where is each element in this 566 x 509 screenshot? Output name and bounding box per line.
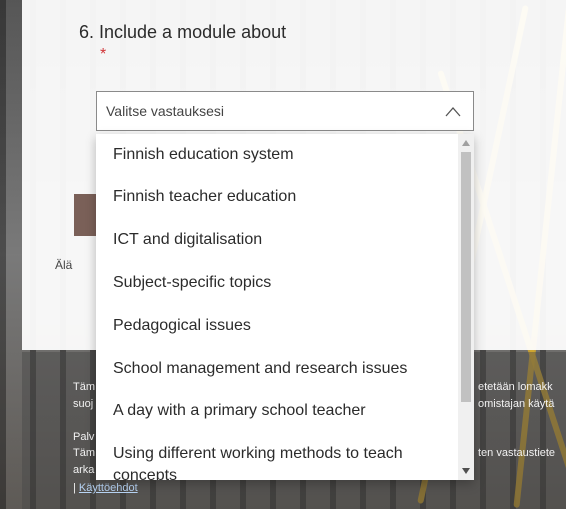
- footer-text: Palv: [73, 431, 95, 443]
- footer-text: Täm: [73, 381, 95, 393]
- dropdown-scrollbar[interactable]: [458, 134, 474, 480]
- scroll-down-icon[interactable]: [461, 466, 471, 476]
- chevron-up-icon: [445, 107, 461, 117]
- terms-link[interactable]: Käyttöehdot: [79, 482, 138, 494]
- question-title: 6. Include a module about: [79, 22, 287, 42]
- required-marker: *: [100, 46, 107, 63]
- dropdown-option[interactable]: Finnish teacher education: [96, 186, 458, 208]
- dropdown-option[interactable]: Finnish education system: [96, 144, 458, 166]
- dropdown-list: Finnish education system Finnish teacher…: [96, 134, 474, 480]
- footer-terms: | Käyttöehdot: [73, 482, 138, 494]
- dropdown-option[interactable]: Pedagogical issues: [96, 315, 458, 337]
- dropdown-option[interactable]: Using different working methods to teach…: [96, 443, 458, 480]
- hint-text: Älä: [55, 258, 73, 272]
- footer-text: ten vastaustiete: [478, 447, 556, 459]
- answer-select[interactable]: Valitse vastauksesi: [96, 91, 474, 131]
- footer-text: etetään lomakk: [478, 381, 553, 393]
- scroll-thumb[interactable]: [461, 152, 471, 402]
- footer-text: omistajan käytä: [478, 398, 555, 410]
- footer-text: arka: [73, 464, 95, 476]
- footer-text: Täm: [73, 447, 95, 459]
- dropdown-option[interactable]: A day with a primary school teacher: [96, 400, 458, 422]
- dropdown-option[interactable]: Subject-specific topics: [96, 272, 458, 294]
- dropdown-option[interactable]: ICT and digitalisation: [96, 229, 458, 251]
- select-placeholder: Valitse vastauksesi: [106, 103, 225, 119]
- footer-text: suoj: [73, 398, 94, 410]
- scroll-up-icon[interactable]: [461, 138, 471, 148]
- dropdown-option[interactable]: School management and research issues: [96, 358, 458, 380]
